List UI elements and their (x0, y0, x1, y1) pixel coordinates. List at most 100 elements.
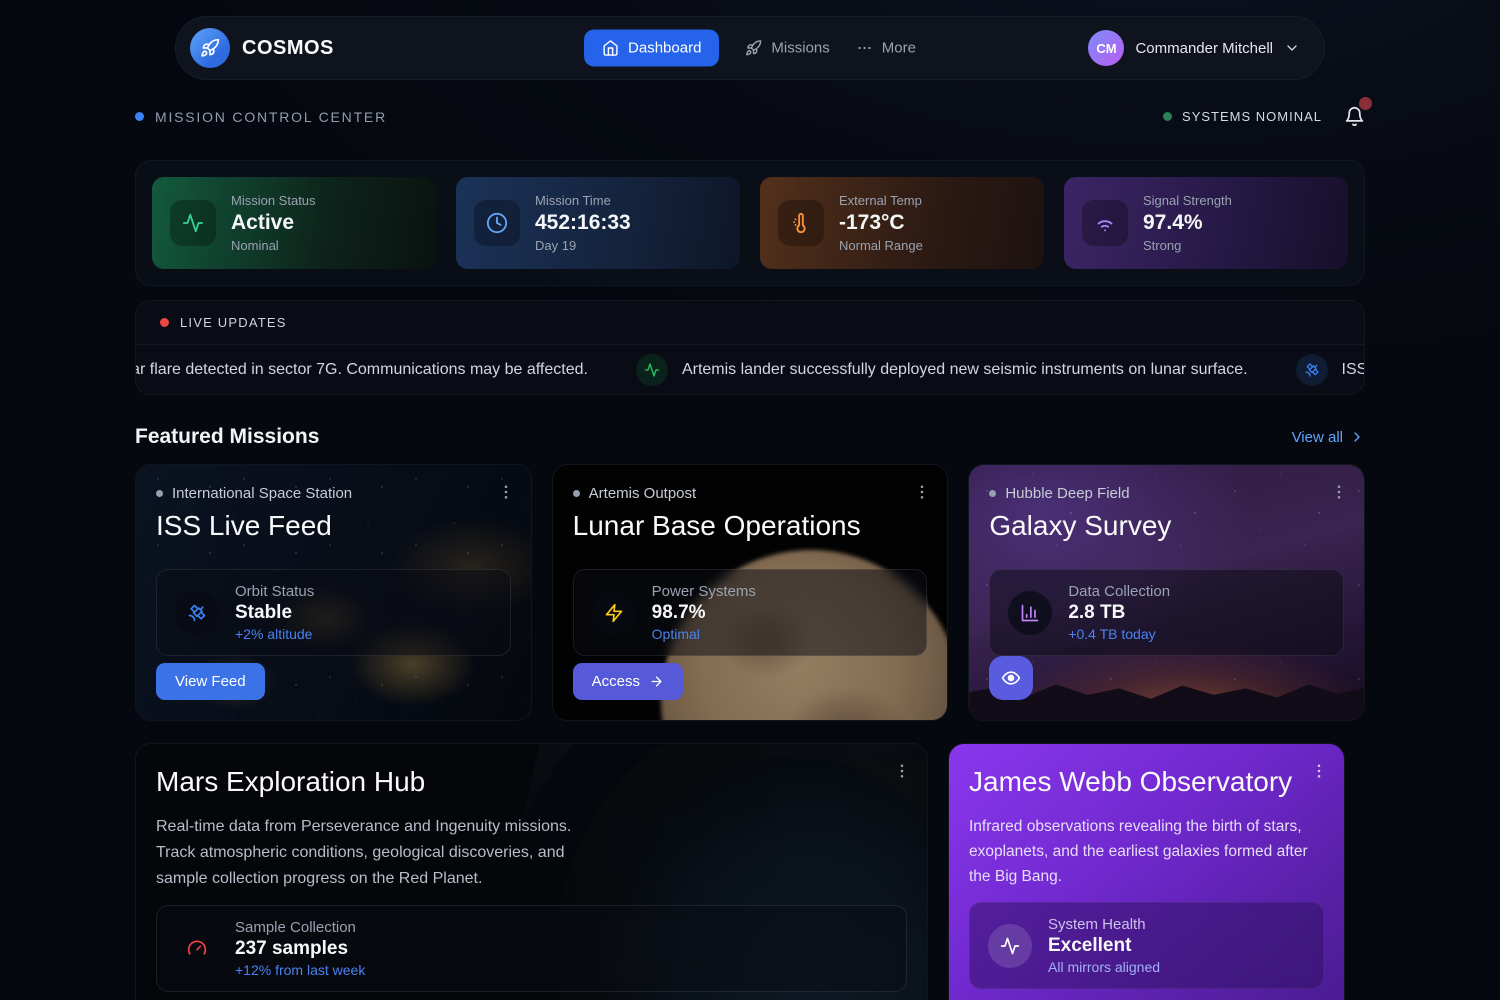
stat-label: Sample Collection (235, 919, 365, 936)
mission-stat-panel: Power Systems 98.7% Optimal (573, 569, 928, 656)
lightning-bolt-icon (592, 591, 636, 635)
stat-label: External Temp (839, 193, 923, 208)
thermometer-icon (778, 200, 824, 246)
live-updates-title: LIVE UPDATES (180, 315, 287, 330)
user-menu[interactable]: CM Commander Mitchell (1088, 30, 1310, 66)
stat-label: Mission Status (231, 193, 316, 208)
mission-card-galaxy: Hubble Deep Field Galaxy Survey Data Col… (968, 464, 1365, 721)
card-description: Infrared observations revealing the birt… (969, 814, 1324, 889)
page-title: MISSION CONTROL CENTER (155, 109, 387, 125)
stat-value: Stable (235, 602, 314, 624)
system-status-label: SYSTEMS NOMINAL (1182, 109, 1322, 124)
brand: COSMOS (190, 28, 334, 68)
stat-sub: Nominal (231, 238, 316, 253)
notification-badge (1359, 97, 1372, 110)
green-dot (1163, 112, 1172, 121)
nav-item-missions[interactable]: Missions (745, 40, 829, 57)
kebab-menu-icon[interactable] (1330, 483, 1348, 501)
arrow-right-icon (649, 674, 664, 689)
stat-label: Orbit Status (235, 583, 314, 600)
ticker-text: ISS crew completes critical EVA repairs … (1342, 361, 1364, 379)
featured-cards: International Space Station ISS Live Fee… (135, 464, 1365, 721)
stat-label: Signal Strength (1143, 193, 1232, 208)
access-button[interactable]: Access (573, 663, 683, 700)
stat-label: System Health (1048, 916, 1160, 933)
stat-label: Power Systems (652, 583, 756, 600)
stat-value: 98.7% (652, 602, 756, 624)
nav-item-more[interactable]: More (856, 40, 916, 57)
avatar: CM (1088, 30, 1124, 66)
nav-item-label: More (882, 40, 916, 57)
home-icon (602, 40, 619, 57)
stat-sub: +2% altitude (235, 626, 314, 642)
rocket-logo-icon (190, 28, 230, 68)
button-label: View Feed (175, 673, 246, 690)
mars-stat-panel: Sample Collection 237 samples +12% from … (156, 905, 907, 992)
stat-value: 97.4% (1143, 211, 1232, 235)
status-bar: MISSION CONTROL CENTER SYSTEMS NOMINAL (135, 106, 1365, 127)
mission-card-lunar: Artemis Outpost Lunar Base Operations Po… (552, 464, 949, 721)
stat-value: Excellent (1048, 935, 1160, 957)
user-name: Commander Mitchell (1135, 40, 1273, 57)
card-description: Real-time data from Perseverance and Ing… (156, 814, 611, 892)
stat-sub: Optimal (652, 626, 756, 642)
tag-dot (989, 490, 996, 497)
mars-exploration-card: Mars Exploration Hub Real-time data from… (135, 743, 928, 1000)
mission-title: Lunar Base Operations (573, 510, 928, 542)
activity-icon (170, 200, 216, 246)
stats-panel: Mission Status Active Nominal Mission Ti… (135, 160, 1365, 286)
nav-item-label: Dashboard (628, 40, 701, 57)
kebab-menu-icon[interactable] (893, 762, 911, 780)
stat-value: 452:16:33 (535, 211, 631, 235)
nav-menu: Dashboard Missions More (584, 30, 916, 67)
bottom-cards: Mars Exploration Hub Real-time data from… (135, 743, 1365, 1000)
kebab-menu-icon[interactable] (1310, 762, 1328, 780)
view-all-label: View all (1292, 429, 1343, 446)
system-status-badge: SYSTEMS NOMINAL (1163, 109, 1322, 124)
button-label: Access (592, 673, 640, 690)
notifications-button[interactable] (1344, 106, 1365, 127)
satellite-icon (1296, 354, 1328, 386)
stat-sub: +12% from last week (235, 962, 365, 978)
live-updates-panel: LIVE UPDATES Solar flare detected in sec… (135, 300, 1365, 395)
stat-value: 2.8 TB (1068, 602, 1170, 624)
kebab-menu-icon[interactable] (497, 483, 515, 501)
stat-card-mission-status: Mission Status Active Nominal (152, 177, 436, 269)
section-title: Featured Missions (135, 425, 319, 449)
top-navbar: COSMOS Dashboard Missions More CM Comman… (175, 16, 1325, 80)
view-feed-button[interactable]: View Feed (156, 663, 265, 700)
ticker-text: Solar flare detected in sector 7G. Commu… (136, 361, 588, 379)
nav-item-dashboard[interactable]: Dashboard (584, 30, 719, 67)
ticker-item: Solar flare detected in sector 7G. Commu… (136, 361, 588, 379)
stat-label: Data Collection (1068, 583, 1170, 600)
ellipsis-icon (856, 40, 873, 57)
mission-stat-panel: Orbit Status Stable +2% altitude (156, 569, 511, 656)
mission-tag: International Space Station (172, 485, 352, 502)
rocket-icon (745, 40, 762, 57)
tag-dot (156, 490, 163, 497)
mission-tag: Artemis Outpost (589, 485, 697, 502)
stat-value: 237 samples (235, 938, 365, 960)
preview-button[interactable] (989, 656, 1033, 700)
james-webb-card: James Webb Observatory Infrared observat… (948, 743, 1345, 1000)
clock-icon (474, 200, 520, 246)
wifi-icon (1082, 200, 1128, 246)
brand-name: COSMOS (242, 37, 334, 60)
bar-chart-icon (1008, 591, 1052, 635)
stat-sub: Strong (1143, 238, 1232, 253)
blue-dot (135, 112, 144, 121)
stat-value: Active (231, 211, 316, 235)
activity-icon (988, 924, 1032, 968)
mission-card-iss: International Space Station ISS Live Fee… (135, 464, 532, 721)
chevron-down-icon (1284, 40, 1300, 56)
ticker-item: Artemis lander successfully deployed new… (636, 354, 1248, 386)
view-all-link[interactable]: View all (1292, 429, 1365, 446)
satellite-icon (175, 591, 219, 635)
mission-title: ISS Live Feed (156, 510, 511, 542)
mission-title: Galaxy Survey (989, 510, 1344, 542)
chevron-right-icon (1349, 429, 1365, 445)
kebab-menu-icon[interactable] (913, 483, 931, 501)
jwst-stat-panel: System Health Excellent All mirrors alig… (969, 902, 1324, 989)
ticker-item: ISS crew completes critical EVA repairs … (1296, 354, 1364, 386)
tag-dot (573, 490, 580, 497)
